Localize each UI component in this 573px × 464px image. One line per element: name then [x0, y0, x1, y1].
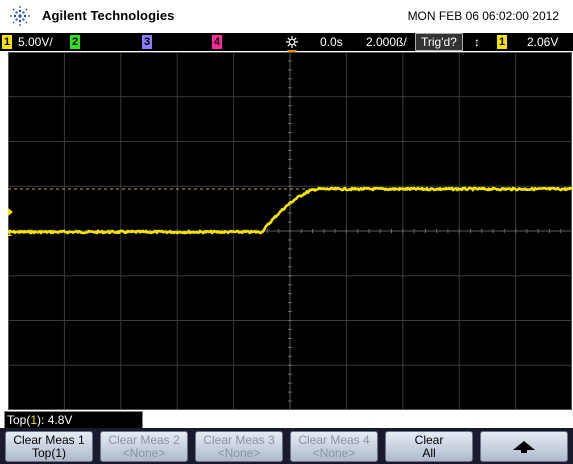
- channel-1-ground-marker: 1: [8, 228, 12, 238]
- softkey-sublabel: Top(1): [31, 446, 66, 460]
- softkey-sublabel: All: [422, 446, 436, 460]
- channel-1-scale: 5.00V/: [18, 35, 53, 49]
- channel-4-indicator[interactable]: 4: [212, 35, 222, 49]
- run-state-icon: [286, 36, 298, 48]
- clear-meas-4-button[interactable]: Clear Meas 4 <None>: [290, 431, 378, 462]
- trigger-level: 2.06V: [527, 35, 559, 49]
- trigger-slope-icon: ↕: [474, 35, 480, 49]
- measurement-readout: Top(1): 4.8V: [4, 411, 143, 429]
- agilent-spark-logo-icon: [10, 6, 30, 26]
- clear-meas-3-button[interactable]: Clear Meas 3 <None>: [195, 431, 283, 462]
- channel-3-indicator[interactable]: 3: [142, 35, 152, 49]
- softkey-bar: Clear Meas 1 Top(1) Clear Meas 2 <None> …: [0, 428, 573, 464]
- measurement-label-prefix: Top(: [7, 413, 31, 427]
- status-bar: 1 5.00V/ 2 3 4 0.0s 2.000ß/ Trig'd? ↕ 1 …: [0, 33, 573, 51]
- time-scale: 2.000ß/: [366, 35, 407, 49]
- softkey-sublabel: <None>: [312, 446, 356, 460]
- up-arrow-stem-icon: [521, 449, 527, 453]
- clear-meas-1-button[interactable]: Clear Meas 1 Top(1): [5, 431, 93, 462]
- channel-1-indicator[interactable]: 1: [2, 35, 12, 49]
- trigger-channel-indicator: 1: [497, 35, 507, 49]
- menu-up-button[interactable]: [480, 431, 568, 462]
- channel-2-indicator[interactable]: 2: [70, 35, 80, 49]
- title-bar: Agilent Technologies MON FEB 06 06:02:00…: [0, 0, 573, 32]
- softkey-sublabel: <None>: [122, 446, 166, 460]
- date-time: MON FEB 06 06:02:00 2012: [407, 9, 559, 23]
- time-offset: 0.0s: [320, 35, 343, 49]
- waveform-display[interactable]: 1: [8, 52, 572, 410]
- softkey-sublabel: <None>: [217, 446, 261, 460]
- clear-meas-2-button[interactable]: Clear Meas 2 <None>: [100, 431, 188, 462]
- trigger-level-marker-icon: [8, 208, 13, 216]
- clear-all-button[interactable]: Clear All: [385, 431, 473, 462]
- brand-name: Agilent Technologies: [42, 8, 175, 23]
- measurement-label-suffix: ): 4.8V: [37, 413, 73, 427]
- trigger-status: Trig'd?: [415, 33, 463, 51]
